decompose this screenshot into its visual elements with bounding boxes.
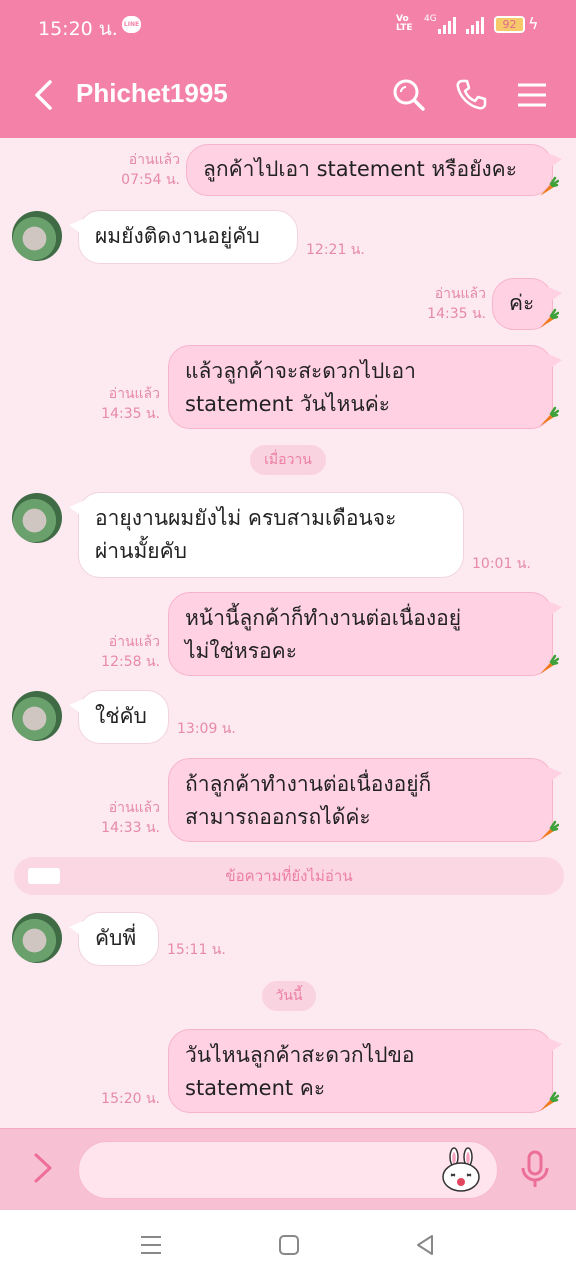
read-receipt: อ่านแล้ว [108,386,160,402]
message-time: 10:01 น. [472,556,531,572]
message-text-line: ผ่านมั้ยคับ [95,539,187,563]
message-bubble-incoming[interactable]: อายุงานผมยังไม่ ครบสามเดือนจะ ผ่านมั้ยคั… [69,492,464,578]
battery-icon: 92 [494,16,525,33]
status-bar: 15:20 น. LINE Vo LTE 4G 92 ϟ [0,0,576,52]
message-time: 14:33 น. [101,820,160,836]
message-input[interactable] [78,1141,498,1199]
system-nav-bar [0,1210,576,1280]
carrot-icon [540,308,559,328]
message-time: 15:20 น. [101,1091,160,1107]
message-time: 15:11 น. [167,942,226,958]
message-meta: อ่านแล้ว 07:54 น. [104,150,180,190]
charging-icon: ϟ [528,14,539,33]
message-text-line: สามารถออกรถได้ค่ะ [185,805,371,829]
carrot-icon [540,406,559,426]
message-text-line: หน้านี้ลูกค้าก็ทำงานต่อเนื่องอยู่ [185,606,462,630]
message-meta: อ่านแล้ว 14:35 น. [80,384,160,424]
message-text-line: อายุงานผมยังไม่ ครบสามเดือนจะ [95,506,397,530]
message-meta: อ่านแล้ว 14:33 น. [80,798,160,838]
menu-icon[interactable] [515,78,549,112]
read-receipt: อ่านแล้ว [108,800,160,816]
read-receipt: อ่านแล้ว [128,152,180,168]
message-text: ค่ะ [509,291,535,315]
unread-label: ข้อความที่ยังไม่อ่าน [225,867,353,885]
avatar[interactable] [12,211,62,261]
mic-icon[interactable] [518,1149,552,1189]
recents-icon[interactable] [138,1232,164,1258]
message-meta: อ่านแล้ว 12:58 น. [80,632,160,672]
back-nav-icon[interactable] [412,1232,438,1258]
sticker-icon[interactable] [439,1147,483,1193]
carrot-icon [540,820,559,840]
message-text-line: ถ้าลูกค้าทำงานต่อเนื่องอยู่ก็ [185,772,432,796]
tag-icon [28,868,60,884]
carrot-icon [540,176,559,196]
net-type-label: 4G [424,14,437,24]
message-text-line: ไม่ใช่หรอคะ [185,639,297,663]
message-bubble-incoming[interactable]: ใช่คับ [69,690,169,744]
date-separator: เมื่อวาน [250,445,326,475]
avatar[interactable] [12,913,62,963]
message-time: 12:21 น. [306,242,365,258]
message-bubble-outgoing[interactable]: แล้วลูกค้าจะสะดวกไปเอา statement วันไหนค… [168,345,562,429]
status-time: 15:20 น. [38,18,118,40]
message-text-line: แล้วลูกค้าจะสะดวกไปเอา [185,359,416,383]
message-bubble-outgoing[interactable]: ลูกค้าไปเอา statement หรือยังคะ [186,144,562,196]
chat-title: Phichet1995 [76,78,228,108]
read-receipt: อ่านแล้ว [108,634,160,650]
chat-area[interactable]: อ่านแล้ว 07:54 น. ลูกค้าไปเอา statement … [0,138,576,1128]
message-text: ใช่คับ [95,704,147,728]
message-time: 14:35 น. [101,406,160,422]
carrot-icon [540,1091,559,1111]
message-text-line: วันไหนลูกค้าสะดวกไปขอ [185,1043,415,1067]
message-bubble-outgoing[interactable]: ถ้าลูกค้าทำงานต่อเนื่องอยู่ก็ สามารถออกร… [168,758,562,842]
message-time: 13:09 น. [177,721,236,737]
message-time: 12:58 น. [101,654,160,670]
message-meta: อ่านแล้ว 14:35 น. [404,284,486,324]
message-bubble-outgoing[interactable]: หน้านี้ลูกค้าก็ทำงานต่อเนื่องอยู่ ไม่ใช่… [168,592,562,676]
message-time: 14:35 น. [427,306,486,322]
signal-icon [438,16,456,34]
volte-indicator: Vo LTE [396,14,413,33]
signal-icon [466,16,484,34]
message-text: ลูกค้าไปเอา statement หรือยังคะ [203,157,517,181]
phone-icon[interactable] [454,78,488,112]
message-bubble-incoming[interactable]: คับพี่ [69,912,159,966]
message-input-bar [0,1128,576,1210]
avatar[interactable] [12,691,62,741]
message-text: ผมยังติดงานอยู่คับ [95,224,260,248]
home-icon[interactable] [276,1232,302,1258]
carrot-icon [540,654,559,674]
unread-divider: ข้อความที่ยังไม่อ่าน [14,857,564,895]
read-receipt: อ่านแล้ว [434,286,486,302]
date-separator: วันนี้ [262,981,316,1011]
message-bubble-incoming[interactable]: ผมยังติดงานอยู่คับ [69,210,298,264]
line-app-icon: LINE [122,16,141,33]
back-icon[interactable] [30,79,58,111]
chat-header: Phichet1995 [0,52,576,138]
message-text: คับพี่ [95,926,137,950]
avatar[interactable] [12,493,62,543]
message-text-line: statement วันไหนค่ะ [185,392,391,416]
expand-icon[interactable] [28,1151,58,1185]
message-time: 07:54 น. [121,172,180,188]
message-text-line: statement คะ [185,1076,326,1100]
search-icon[interactable] [392,78,426,112]
message-bubble-outgoing[interactable]: วันไหนลูกค้าสะดวกไปขอ statement คะ [168,1029,562,1113]
